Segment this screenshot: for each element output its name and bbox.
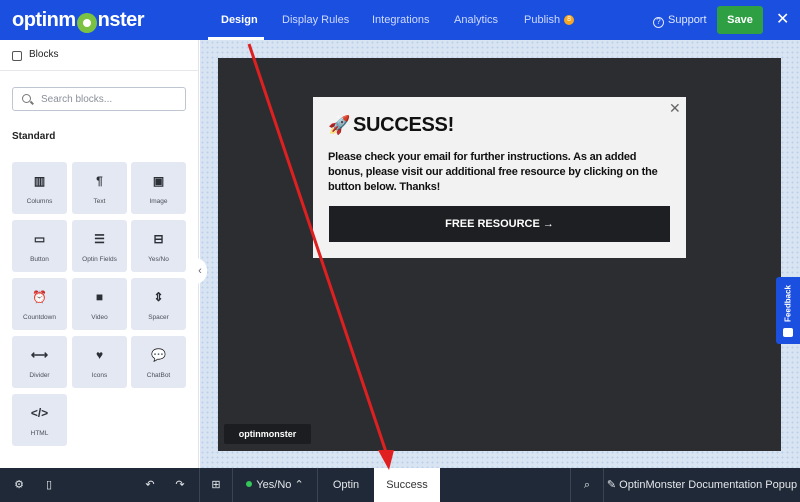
video-camera-icon: ■ (95, 290, 104, 304)
feedback-icon (783, 328, 793, 337)
cursor-button-icon: ▭ (33, 232, 46, 246)
popup-close-icon[interactable]: ✕ (669, 101, 681, 115)
redo-icon[interactable]: ↷ (169, 468, 191, 502)
search-icon (22, 94, 31, 103)
feedback-label: Feedback (783, 285, 793, 322)
block-button[interactable]: ▭ Button (12, 220, 67, 272)
spacer-icon: ⇕ (153, 290, 164, 304)
block-columns[interactable]: ▥ Columns (12, 162, 67, 214)
search-input[interactable] (41, 91, 181, 107)
tab-publish[interactable]: Publish 8 (524, 0, 575, 40)
campaign-name[interactable]: ✎ OptinMonster Documentation Popup (604, 468, 800, 502)
undo-icon[interactable]: ↶ (139, 468, 161, 502)
tab-integrations[interactable]: Integrations (372, 0, 429, 40)
support-link[interactable]: ? Support (653, 0, 707, 40)
block-label: HTML (30, 430, 49, 437)
tab-design[interactable]: Design (221, 0, 258, 40)
divider-icon: ⟷ (30, 348, 49, 362)
block-image[interactable]: ▣ Image (131, 162, 186, 214)
block-text[interactable]: ¶ Text (72, 162, 127, 214)
block-spacer[interactable]: ⇕ Spacer (131, 278, 186, 330)
bottom-toolbar: ⚙ ▯ ↶ ↷ ⊞ Yes/No ⌃ Optin Success ⌕ ✎ Opt… (0, 468, 800, 502)
block-label: Spacer (148, 314, 169, 321)
paragraph-icon: ¶ (96, 174, 103, 188)
chat-bubble-icon: 💬 (151, 348, 166, 362)
campaign-name-label: OptinMonster Documentation Popup (619, 479, 798, 491)
logo-text: optinm (12, 8, 76, 31)
add-view-icon[interactable]: ⊞ (200, 468, 232, 502)
success-message[interactable]: Please check your email for further inst… (328, 150, 673, 195)
search-box[interactable] (12, 87, 186, 111)
success-title[interactable]: SUCCESS! (353, 114, 454, 136)
blocks-sidebar: Blocks Standard ▥ Columns ¶ Text ▣ Image… (0, 40, 199, 468)
top-nav-bar: optinm nster Design Display Rules Integra… (0, 0, 800, 40)
alarm-clock-icon: ⏰ (32, 290, 47, 304)
block-label: Icons (91, 372, 108, 379)
block-label: Divider (29, 372, 50, 379)
free-resource-button[interactable]: FREE RESOURCE → (329, 206, 670, 242)
block-label: Optin Fields (82, 256, 117, 263)
rocket-icon: 🚀 (328, 115, 351, 135)
feedback-tab[interactable]: Feedback (776, 277, 800, 344)
block-label: Countdown (23, 314, 56, 321)
optinmonster-logo[interactable]: optinm nster (12, 7, 145, 33)
chevron-up-icon: ⌃ (294, 479, 304, 491)
view-tab-success[interactable]: Success (374, 468, 440, 502)
form-fields-icon: ☰ (94, 232, 105, 246)
block-divider[interactable]: ⟷ Divider (12, 336, 67, 388)
search-icon[interactable]: ⌕ (571, 468, 603, 502)
columns-icon: ▥ (33, 174, 46, 188)
mobile-preview-icon[interactable]: ▯ (38, 468, 60, 502)
view-tab-optin[interactable]: Optin (318, 468, 374, 502)
help-circle-icon: ? (653, 17, 664, 28)
blocks-title: Blocks (29, 49, 59, 60)
optinmonster-badge: optinmonster (224, 424, 311, 444)
code-icon: </> (30, 406, 49, 420)
block-label: Yes/No (148, 256, 169, 263)
yes-no-view-toggle[interactable]: Yes/No ⌃ (233, 468, 317, 502)
support-label: Support (668, 14, 707, 26)
block-chatbot[interactable]: 💬 ChatBot (131, 336, 186, 388)
close-icon[interactable]: ✕ (776, 10, 789, 30)
monster-logo-icon (76, 13, 97, 33)
block-countdown[interactable]: ⏰ Countdown (12, 278, 67, 330)
block-video[interactable]: ■ Video (72, 278, 127, 330)
save-button[interactable]: Save (717, 6, 763, 34)
block-label: Columns (26, 198, 53, 205)
block-html[interactable]: </> HTML (12, 394, 67, 446)
block-label: ChatBot (146, 372, 171, 379)
yes-no-icon: ⊟ (153, 232, 164, 246)
block-label: Video (91, 314, 108, 321)
block-optin-fields[interactable]: ☰ Optin Fields (72, 220, 127, 272)
tab-analytics[interactable]: Analytics (454, 0, 498, 40)
section-standard: Standard (12, 131, 56, 142)
blocks-icon (12, 51, 22, 61)
image-icon: ▣ (152, 174, 165, 188)
pencil-icon: ✎ (606, 479, 617, 491)
blocks-header: Blocks (0, 40, 199, 71)
yes-no-label: Yes/No (256, 479, 292, 491)
status-dot-icon (246, 481, 253, 487)
block-yes-no[interactable]: ⊟ Yes/No (131, 220, 186, 272)
block-icons[interactable]: ♥ Icons (72, 336, 127, 388)
settings-gear-icon[interactable]: ⚙ (8, 468, 30, 502)
publish-badge: 8 (564, 15, 575, 26)
block-label: Button (30, 256, 49, 263)
block-label: Text (93, 198, 106, 205)
tab-display-rules[interactable]: Display Rules (282, 0, 349, 40)
tab-publish-label: Publish (524, 14, 561, 26)
block-label: Image (149, 198, 168, 205)
heart-icon: ♥ (95, 348, 104, 362)
